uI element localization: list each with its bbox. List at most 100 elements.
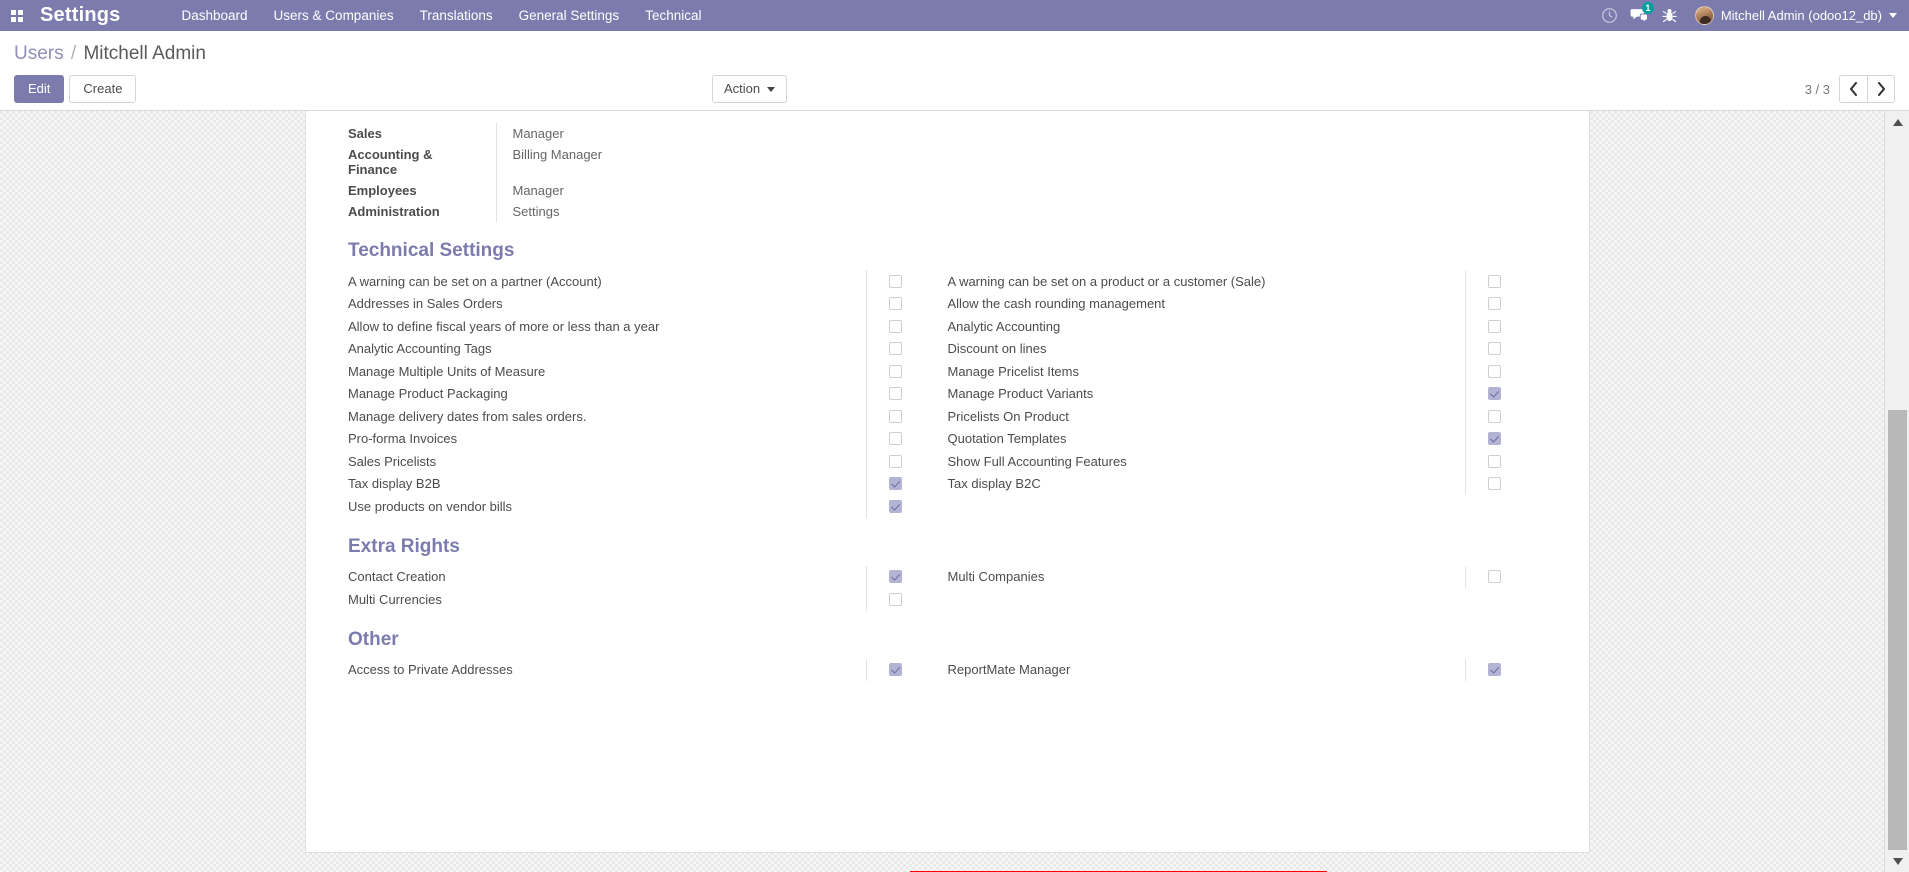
checkbox-allow-to-define-fiscal-years-of-more-or-less-than-a-year[interactable] <box>888 319 902 333</box>
checkbox-tax-display-b2b[interactable] <box>888 477 902 491</box>
pager-next-button[interactable] <box>1867 75 1895 103</box>
apps-grid-icon[interactable] <box>0 9 34 22</box>
setting-row: A warning can be set on a product or a c… <box>948 270 1548 293</box>
menu-item-users-companies[interactable]: Users & Companies <box>261 0 407 31</box>
record-buttons: Edit Create <box>14 75 137 103</box>
create-button[interactable]: Create <box>69 75 137 103</box>
setting-row: Analytic Accounting Tags <box>348 337 948 360</box>
setting-label: Manage Product Variants <box>947 386 1094 402</box>
other-group: Access to Private Addresses ReportMate M… <box>348 658 1548 681</box>
setting-label: Addresses in Sales Orders <box>348 296 503 312</box>
setting-label: Tax display B2B <box>348 476 441 492</box>
edit-button[interactable]: Edit <box>14 75 65 103</box>
setting-row: Quotation Templates <box>948 427 1548 450</box>
setting-row: Analytic Accounting <box>948 315 1548 338</box>
setting-row: Manage Pricelist Items <box>948 360 1548 383</box>
extra-rights-group: Contact Creation Multi Currencies Multi C… <box>348 565 1547 611</box>
breadcrumb-users[interactable]: Users <box>14 43 64 64</box>
menu-item-dashboard[interactable]: Dashboard <box>169 0 261 31</box>
form-sheet: Sales Manager Accounting & Finance Billi… <box>305 111 1590 853</box>
checkbox-allow-the-cash-rounding-management[interactable] <box>1488 297 1501 311</box>
menu-item-translations[interactable]: Translations <box>407 0 506 31</box>
app-brand-title[interactable]: Settings <box>40 4 121 27</box>
access-right-label: Employees <box>348 183 417 198</box>
checkbox-manage-pricelist-items[interactable] <box>1488 364 1501 378</box>
bug-icon[interactable] <box>1655 0 1685 31</box>
setting-row: Access to Private Addresses <box>348 658 948 681</box>
checkbox-quotation-templates[interactable] <box>1488 432 1501 446</box>
checkbox-sales-pricelists[interactable] <box>888 454 902 468</box>
menu-item-general-settings[interactable]: General Settings <box>506 0 633 31</box>
scroll-up-arrow[interactable] <box>1885 111 1909 133</box>
other-title: Other <box>348 628 399 650</box>
checkbox-multi-currencies[interactable] <box>888 592 902 606</box>
checkbox-analytic-accounting[interactable] <box>1488 319 1501 333</box>
checkbox-tax-display-b2c[interactable] <box>1488 477 1501 491</box>
breadcrumb: Users / Mitchell Admin <box>14 43 206 65</box>
user-name-label: Mitchell Admin (odoo12_db) <box>1720 8 1882 23</box>
setting-label: Contact Creation <box>348 569 446 585</box>
chat-bubble-icon[interactable]: 1 <box>1625 0 1655 31</box>
checkbox-a-warning-can-be-set-on-a-partner-account[interactable] <box>888 274 902 288</box>
setting-label: Use products on vendor bills <box>348 498 513 514</box>
checkbox-manage-product-packaging[interactable] <box>888 387 902 401</box>
setting-checkbox-cell <box>865 405 948 428</box>
table-row: Administration Settings <box>348 201 756 222</box>
checkbox-show-full-accounting-features[interactable] <box>1488 454 1501 468</box>
checkbox-a-warning-can-be-set-on-a-product-or-a-customer-sale[interactable] <box>1488 274 1501 288</box>
checkbox-pro-forma-invoices[interactable] <box>888 432 902 446</box>
setting-label: Manage Product Packaging <box>348 386 508 402</box>
vertical-scrollbar[interactable] <box>1884 111 1909 872</box>
setting-label: Analytic Accounting <box>947 318 1061 334</box>
setting-row: Manage Multiple Units of Measure <box>348 360 948 383</box>
pager-previous-button[interactable] <box>1839 75 1867 103</box>
access-rights-summary-table: Sales Manager Accounting & Finance Billi… <box>348 123 756 222</box>
table-row: Accounting & Finance Billing Manager <box>348 144 756 180</box>
checkbox-pricelists-on-product[interactable] <box>1488 409 1501 423</box>
checkbox-manage-delivery-dates-from-sales-orders[interactable] <box>888 409 902 423</box>
access-right-label: Accounting & Finance <box>348 147 433 177</box>
scrollbar-thumb[interactable] <box>1888 410 1907 850</box>
setting-row: A warning can be set on a partner (Accou… <box>348 270 948 293</box>
checkbox-multi-companies[interactable] <box>1488 570 1501 584</box>
setting-label: Pro-forma Invoices <box>348 431 458 447</box>
control-panel: Users / Mitchell Admin Edit Create Actio… <box>0 31 1909 111</box>
record-pager: 3 / 3 <box>1805 75 1895 103</box>
setting-label: Manage Pricelist Items <box>947 363 1080 379</box>
setting-checkbox-cell <box>1465 270 1547 293</box>
setting-checkbox-cell <box>1465 658 1547 681</box>
setting-checkbox-cell <box>865 315 948 338</box>
checkbox-manage-product-variants[interactable] <box>1488 387 1501 401</box>
setting-label: A warning can be set on a product or a c… <box>947 273 1266 289</box>
clock-icon[interactable] <box>1595 0 1625 31</box>
setting-row: Manage Product Variants <box>947 382 1548 405</box>
setting-checkbox-cell <box>1465 382 1547 405</box>
scroll-down-arrow[interactable] <box>1885 850 1909 872</box>
checkbox-discount-on-lines[interactable] <box>1488 342 1501 356</box>
user-menu[interactable]: Mitchell Admin (odoo12_db) <box>1694 6 1901 25</box>
setting-row: Show Full Accounting Features <box>948 450 1548 473</box>
checkbox-reportmate-manager[interactable] <box>1488 663 1501 677</box>
checkbox-addresses-in-sales-orders[interactable] <box>888 297 902 311</box>
messages-badge: 1 <box>1641 2 1654 14</box>
checkbox-analytic-accounting-tags[interactable] <box>888 342 902 356</box>
setting-checkbox-cell <box>1465 472 1547 495</box>
checkbox-contact-creation[interactable] <box>888 570 902 584</box>
pager-count: 3 / 3 <box>1804 81 1830 97</box>
action-dropdown-button[interactable]: Action <box>712 75 788 103</box>
other-right-column: ReportMate Manager <box>948 658 1548 681</box>
access-right-value: Billing Manager <box>495 144 756 180</box>
setting-checkbox-cell <box>865 588 948 611</box>
checkbox-use-products-on-vendor-bills[interactable] <box>888 499 902 513</box>
user-avatar <box>1694 6 1714 25</box>
setting-row: ReportMate Manager <box>948 658 1548 681</box>
setting-label: Allow the cash rounding management <box>947 296 1166 312</box>
setting-label: Allow to define fiscal years of more or … <box>348 318 660 334</box>
breadcrumb-current: Mitchell Admin <box>83 43 206 64</box>
checkbox-manage-multiple-units-of-measure[interactable] <box>888 364 902 378</box>
checkbox-access-to-private-addresses[interactable] <box>888 663 902 677</box>
setting-label: Discount on lines <box>947 341 1047 357</box>
top-navbar: Settings Dashboard Users & Companies Tra… <box>0 0 1909 31</box>
form-scroll-area: Sales Manager Accounting & Finance Billi… <box>0 111 1884 872</box>
menu-item-technical[interactable]: Technical <box>632 0 714 31</box>
